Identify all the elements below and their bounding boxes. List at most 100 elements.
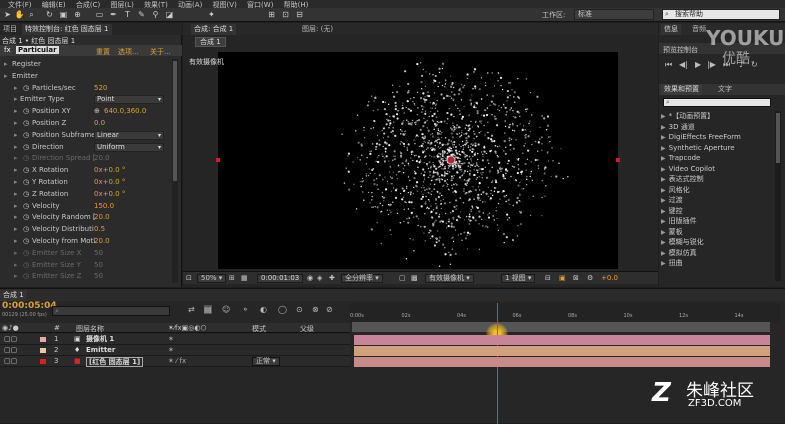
motion-blur-icon[interactable]: ◐	[260, 305, 267, 314]
effect-category-item[interactable]: ▶ 扭曲	[661, 258, 771, 268]
layer-row[interactable]: ▢▢ 2 ♦ Emitter ✶	[0, 345, 350, 356]
current-time-display[interactable]: 0:00:01:03	[257, 274, 304, 283]
effects-search-input[interactable]: ⌕	[663, 98, 771, 107]
effect-property-row[interactable]: ▸ ◷ Velocity from Moti 20.0	[0, 236, 176, 247]
prev-frame-icon[interactable]: ◀|	[679, 60, 688, 69]
layer-switches-icon[interactable]: ✶	[168, 345, 174, 356]
tab-timeline-comp[interactable]: 合成 1	[0, 290, 27, 301]
brush-tool-icon[interactable]: ✎	[136, 9, 147, 20]
effect-property-row[interactable]: ▸ ◷ Position XY ⊕ 640.0,360.0	[0, 106, 176, 117]
loop-icon[interactable]: ↻	[751, 60, 758, 69]
effect-property-row[interactable]: ▸ Emitter	[0, 71, 176, 82]
stopwatch-icon[interactable]: ◷	[23, 248, 29, 259]
grid-icon[interactable]: ▦	[241, 274, 248, 283]
effect-property-row[interactable]: ▸ ◷ Direction Uniform	[0, 142, 176, 153]
options-link[interactable]: 选项...	[118, 47, 139, 57]
expand-triangle-icon[interactable]: ▸	[14, 224, 18, 235]
effect-category-item[interactable]: ▶ 3D 通道	[661, 122, 771, 132]
draft-3d-icon[interactable]: ▤	[204, 305, 212, 314]
snapshot-icon[interactable]: ◉	[307, 274, 313, 283]
time-ruler[interactable]: 0:00s 02s 04s 06s 08s 10s 12s 14s	[350, 303, 780, 322]
tab-character[interactable]: 文字	[715, 84, 735, 95]
auto-keyframe-icon[interactable]: ⊙	[296, 305, 303, 314]
stopwatch-icon[interactable]: ◷	[23, 106, 29, 117]
effect-category-item[interactable]: ▶ 旧版插件	[661, 216, 771, 226]
effect-property-row[interactable]: ▸ ◷ Velocity 150.0	[0, 201, 176, 212]
timeline-zoom-icon[interactable]: ⊘	[326, 305, 333, 314]
expand-triangle-icon[interactable]: ▸	[14, 189, 18, 200]
stopwatch-icon[interactable]: ◷	[23, 142, 29, 153]
axis-mode-icon[interactable]: ⊞	[266, 9, 277, 20]
visibility-toggle-icon[interactable]: ▢▢	[4, 345, 17, 356]
effect-property-dropdown[interactable]: Uniform	[94, 142, 164, 152]
effect-property-value[interactable]: 50	[94, 271, 103, 282]
effect-property-value[interactable]: 50	[94, 248, 103, 259]
effect-category-item[interactable]: ▶ Video Copilot	[661, 164, 771, 174]
visibility-toggle-icon[interactable]: ▢▢	[4, 334, 17, 345]
effect-property-row[interactable]: ▸ ◷ Velocity Distributi 0.5	[0, 224, 176, 235]
expand-triangle-icon[interactable]: ▸	[14, 165, 18, 176]
expand-triangle-icon[interactable]: ▸	[14, 212, 18, 223]
text-tool-icon[interactable]: T	[122, 9, 133, 20]
source-name-header[interactable]: 图层名称	[76, 324, 104, 334]
pan-behind-tool-icon[interactable]: ⊕	[72, 9, 83, 20]
effect-property-value[interactable]: 0.5	[94, 224, 105, 235]
effect-property-row[interactable]: ▸ ◷ Emitter Size X 50	[0, 248, 176, 259]
shy-layers-icon[interactable]: ☺	[222, 305, 230, 314]
effect-property-dropdown[interactable]: Linear	[94, 130, 164, 140]
zoom-tool-icon[interactable]: ⌕	[26, 9, 37, 20]
effect-category-item[interactable]: ▶ DigiEffects FreeForm	[661, 132, 771, 142]
expand-triangle-icon[interactable]: ▸	[14, 94, 18, 105]
effect-category-item[interactable]: ▶ 键控	[661, 206, 771, 216]
effect-property-row[interactable]: ▸ ◷ Velocity Random [20.0	[0, 212, 176, 223]
channel-icon[interactable]: ✚	[329, 274, 335, 283]
effect-category-item[interactable]: ▶ 模糊与锐化	[661, 237, 771, 247]
effect-property-value[interactable]: 20.0	[94, 153, 110, 164]
effect-category-item[interactable]: ▶ *【动画预置】	[661, 111, 771, 121]
composition-viewer[interactable]	[218, 52, 618, 269]
work-area-bar[interactable]	[352, 322, 770, 332]
viewer-edge-handle-left[interactable]	[216, 158, 220, 162]
label-color-swatch[interactable]	[40, 359, 46, 364]
tab-info[interactable]: 信息	[661, 24, 681, 35]
safe-zones-icon[interactable]: ⊞	[229, 274, 235, 283]
effect-property-row[interactable]: ▸ Emitter Type Point	[0, 94, 176, 105]
pen-tool-icon[interactable]: ✒	[108, 9, 119, 20]
effect-property-value[interactable]: 20.0	[94, 236, 110, 247]
expand-triangle-icon[interactable]: ▸	[14, 248, 18, 259]
stopwatch-icon[interactable]: ◷	[23, 189, 29, 200]
rotate-tool-icon[interactable]: ↻	[44, 9, 55, 20]
rectangle-tool-icon[interactable]: ▭	[94, 9, 105, 20]
effect-property-row[interactable]: ▸ ◷ Emitter Size Z 50	[0, 271, 176, 282]
expand-triangle-icon[interactable]: ▸	[14, 153, 18, 164]
stopwatch-icon[interactable]: ◷	[23, 201, 29, 212]
brainstorm-icon[interactable]: ◯	[278, 305, 287, 314]
expand-triangle-icon[interactable]: ▸	[14, 106, 18, 117]
stopwatch-icon[interactable]: ◷	[23, 224, 29, 235]
resolution-select[interactable]: 全分辨率 ▾	[341, 274, 383, 283]
expand-triangle-icon[interactable]: ▸	[14, 177, 18, 188]
effect-category-item[interactable]: ▶ 过渡	[661, 195, 771, 205]
zoom-select[interactable]: 50% ▾	[197, 274, 227, 283]
blend-mode-select[interactable]: 正常 ▾	[252, 357, 280, 366]
effect-property-value[interactable]: 0x+0.0 °	[94, 165, 125, 176]
crosshair-icon[interactable]: ⊕	[94, 106, 100, 117]
toggle-pixel-icon[interactable]: ⊟	[545, 274, 551, 283]
expand-triangle-icon[interactable]: ▸	[14, 83, 18, 94]
stamp-tool-icon[interactable]: ⚲	[150, 9, 161, 20]
stopwatch-icon[interactable]: ◷	[23, 260, 29, 271]
stopwatch-icon[interactable]: ◷	[23, 165, 29, 176]
layer-duration-bar[interactable]	[354, 357, 770, 367]
expand-triangle-icon[interactable]: ▸	[4, 71, 8, 82]
puppet-tool-icon[interactable]: ✦	[206, 9, 217, 20]
expand-triangle-icon[interactable]: ▸	[14, 260, 18, 271]
expand-triangle-icon[interactable]: ▸	[14, 130, 18, 141]
effect-property-row[interactable]: ▸ ◷ Emitter Size Y 50	[0, 260, 176, 271]
always-preview-icon[interactable]: ⊡	[186, 274, 192, 283]
effect-property-value[interactable]: 50	[94, 260, 103, 271]
next-frame-icon[interactable]: |▶	[707, 60, 716, 69]
tab-effect-controls[interactable]: 特效控制台: 红色 固态层 1	[22, 24, 112, 35]
effect-property-value[interactable]: 0x+0.0 °	[94, 189, 125, 200]
effect-property-row[interactable]: ▸ ◷ Position Subframe Linear	[0, 130, 176, 141]
label-color-swatch[interactable]	[40, 348, 46, 353]
